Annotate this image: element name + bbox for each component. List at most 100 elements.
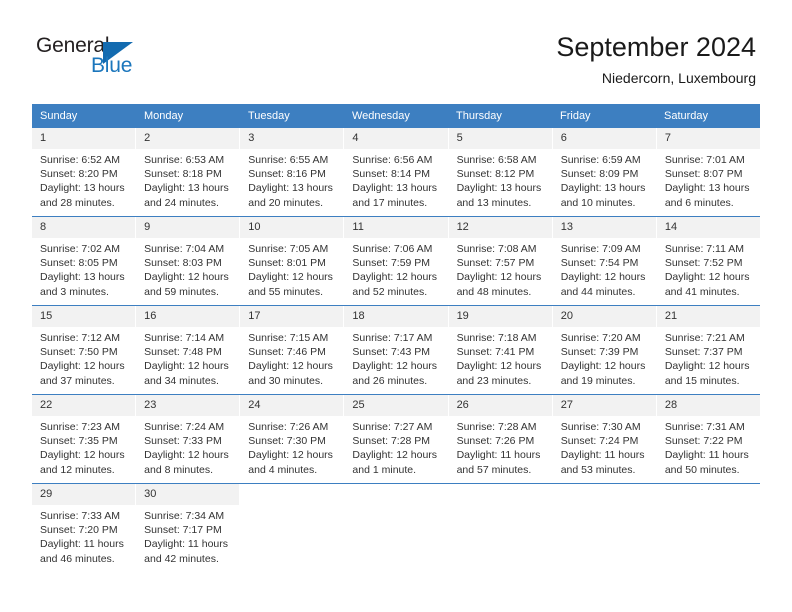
sunset-time: Sunset: 8:09 PM — [560, 168, 639, 181]
daylight-duration-line2: and 53 minutes. — [560, 463, 636, 476]
day-details — [657, 505, 760, 515]
sunrise-time: Sunrise: 7:05 AM — [248, 243, 329, 255]
day-cell[interactable]: 5 Sunrise: 6:58 AM Sunset: 8:12 PM Daylight… — [448, 128, 553, 216]
day-number: 1 — [32, 128, 136, 149]
day-details: Sunrise: 7:11 AM Sunset: 7:52 PM Daylight:… — [657, 238, 760, 305]
day-details: Sunrise: 7:02 AM Sunset: 8:05 PM Daylight:… — [32, 238, 135, 305]
day-cell[interactable]: 11 Sunrise: 7:06 AM Sunset: 7:59 PM Dayligh… — [344, 217, 449, 305]
day-cell[interactable]: 15 Sunrise: 7:12 AM Sunset: 7:50 PM Dayligh… — [32, 306, 137, 394]
day-details: Sunrise: 7:01 AM Sunset: 8:07 PM Daylight:… — [657, 149, 760, 216]
calendar-grid: Sunday Monday Tuesday Wednesday Thursday… — [32, 104, 760, 572]
day-cell[interactable]: 1 Sunrise: 6:52 AM Sunset: 8:20 PM Daylight… — [32, 128, 137, 216]
daylight-duration-line2: and 12 minutes. — [40, 463, 115, 476]
day-number — [344, 484, 447, 505]
daylight-duration-line1: Daylight: 12 hours — [456, 360, 542, 373]
day-cell[interactable]: 4 Sunrise: 6:56 AM Sunset: 8:14 PM Daylight… — [344, 128, 449, 216]
day-cell[interactable]: 28 Sunrise: 7:31 AM Sunset: 7:22 PM Dayligh… — [656, 395, 760, 483]
day-details: Sunrise: 7:18 AM Sunset: 7:41 PM Daylight:… — [449, 327, 552, 394]
day-cell[interactable]: 19 Sunrise: 7:18 AM Sunset: 7:41 PM Dayligh… — [448, 306, 553, 394]
general-blue-logo[interactable]: General Blue — [36, 34, 176, 86]
daylight-duration-line2: and 50 minutes. — [664, 463, 740, 476]
day-details: Sunrise: 6:55 AM Sunset: 8:16 PM Daylight:… — [240, 149, 343, 216]
calendar-page: General Blue September 2024 Niedercorn, … — [0, 0, 792, 612]
day-details: Sunrise: 7:17 AM Sunset: 7:43 PM Daylight:… — [344, 327, 447, 394]
sunrise-time: Sunrise: 7:33 AM — [40, 510, 120, 522]
day-cell[interactable]: 13 Sunrise: 7:09 AM Sunset: 7:54 PM Dayligh… — [552, 217, 657, 305]
day-cell[interactable]: 18 Sunrise: 7:17 AM Sunset: 7:43 PM Dayligh… — [344, 306, 449, 394]
daylight-duration-line2: and 13 minutes. — [456, 196, 532, 209]
day-number: 27 — [552, 395, 656, 416]
sunrise-time: Sunrise: 7:23 AM — [40, 421, 120, 433]
day-cell[interactable]: 26 Sunrise: 7:28 AM Sunset: 7:26 PM Dayligh… — [448, 395, 553, 483]
day-cell[interactable]: 10 Sunrise: 7:05 AM Sunset: 8:01 PM Dayligh… — [240, 217, 345, 305]
sunrise-time: Sunrise: 7:14 AM — [144, 332, 225, 344]
day-cell[interactable]: 8 Sunrise: 7:02 AM Sunset: 8:05 PM Daylight… — [32, 217, 137, 305]
day-details: Sunrise: 6:53 AM Sunset: 8:18 PM Daylight:… — [136, 149, 239, 216]
sunset-time: Sunset: 7:46 PM — [248, 346, 326, 359]
day-cell[interactable]: 21 Sunrise: 7:21 AM Sunset: 7:37 PM Dayligh… — [656, 306, 760, 394]
daylight-duration-line1: Daylight: 13 hours — [144, 182, 229, 195]
day-cell[interactable]: 27 Sunrise: 7:30 AM Sunset: 7:24 PM Dayligh… — [552, 395, 657, 483]
day-cell[interactable]: 22 Sunrise: 7:23 AM Sunset: 7:35 PM Dayligh… — [32, 395, 137, 483]
day-details: Sunrise: 7:20 AM Sunset: 7:39 PM Daylight:… — [553, 327, 656, 394]
day-number: 6 — [552, 128, 656, 149]
sunrise-time: Sunrise: 7:01 AM — [664, 154, 745, 166]
daylight-duration-line2: and 59 minutes. — [144, 285, 219, 298]
sunset-time: Sunset: 7:39 PM — [560, 346, 639, 359]
day-details: Sunrise: 7:15 AM Sunset: 7:46 PM Daylight:… — [240, 327, 343, 394]
day-cell[interactable]: 3 Sunrise: 6:55 AM Sunset: 8:16 PM Daylight… — [240, 128, 345, 216]
sunrise-time: Sunrise: 7:04 AM — [144, 243, 225, 255]
weekday-header-wednesday: Wednesday — [352, 110, 410, 122]
sunset-time: Sunset: 8:14 PM — [352, 168, 431, 181]
daylight-duration-line2: and 15 minutes. — [664, 374, 740, 387]
day-cell[interactable]: 2 Sunrise: 6:53 AM Sunset: 8:18 PM Daylight… — [136, 128, 241, 216]
day-number: 13 — [552, 217, 656, 238]
calendar-week-row: 22 Sunrise: 7:23 AM Sunset: 7:35 PM Dayligh… — [32, 394, 760, 483]
day-cell[interactable]: 25 Sunrise: 7:27 AM Sunset: 7:28 PM Dayligh… — [344, 395, 449, 483]
sunrise-time: Sunrise: 7:31 AM — [664, 421, 745, 433]
sunset-time: Sunset: 8:18 PM — [144, 168, 222, 181]
day-cell-empty — [240, 484, 345, 572]
calendar-week-row: 15 Sunrise: 7:12 AM Sunset: 7:50 PM Dayligh… — [32, 305, 760, 394]
daylight-duration-line1: Daylight: 12 hours — [664, 271, 750, 284]
day-cell[interactable]: 24 Sunrise: 7:26 AM Sunset: 7:30 PM Dayligh… — [240, 395, 345, 483]
day-cell[interactable]: 29 Sunrise: 7:33 AM Sunset: 7:20 PM Dayligh… — [32, 484, 137, 572]
daylight-duration-line1: Daylight: 12 hours — [352, 360, 438, 373]
calendar-week-row: 8 Sunrise: 7:02 AM Sunset: 8:05 PM Daylight… — [32, 216, 760, 305]
day-cell[interactable]: 7 Sunrise: 7:01 AM Sunset: 8:07 PM Daylight… — [656, 128, 760, 216]
day-number: 14 — [656, 217, 760, 238]
day-cell[interactable]: 9 Sunrise: 7:04 AM Sunset: 8:03 PM Daylight… — [136, 217, 241, 305]
day-cell[interactable]: 16 Sunrise: 7:14 AM Sunset: 7:48 PM Dayligh… — [136, 306, 241, 394]
daylight-duration-line2: and 26 minutes. — [352, 374, 428, 387]
day-details: Sunrise: 7:14 AM Sunset: 7:48 PM Daylight:… — [136, 327, 239, 394]
day-cell[interactable]: 6 Sunrise: 6:59 AM Sunset: 8:09 PM Daylight… — [552, 128, 657, 216]
day-details: Sunrise: 7:05 AM Sunset: 8:01 PM Daylight:… — [240, 238, 343, 305]
daylight-duration-line1: Daylight: 13 hours — [248, 182, 333, 195]
sunset-time: Sunset: 7:35 PM — [40, 435, 118, 448]
day-number: 2 — [136, 128, 240, 149]
day-details: Sunrise: 7:34 AM Sunset: 7:17 PM Daylight:… — [136, 505, 239, 572]
daylight-duration-line2: and 6 minutes. — [664, 196, 734, 209]
weekday-header-tuesday: Tuesday — [248, 110, 290, 122]
day-cell[interactable]: 12 Sunrise: 7:08 AM Sunset: 7:57 PM Dayligh… — [448, 217, 553, 305]
sunrise-time: Sunrise: 7:12 AM — [40, 332, 120, 344]
day-details: Sunrise: 7:31 AM Sunset: 7:22 PM Daylight:… — [657, 416, 760, 483]
day-cell-empty — [448, 484, 553, 572]
sunrise-time: Sunrise: 7:08 AM — [456, 243, 537, 255]
day-details: Sunrise: 7:06 AM Sunset: 7:59 PM Daylight:… — [344, 238, 447, 305]
sunset-time: Sunset: 8:16 PM — [248, 168, 326, 181]
day-cell[interactable]: 23 Sunrise: 7:24 AM Sunset: 7:33 PM Dayligh… — [136, 395, 241, 483]
daylight-duration-line2: and 24 minutes. — [144, 196, 219, 209]
daylight-duration-line2: and 30 minutes. — [248, 374, 323, 387]
day-details: Sunrise: 7:08 AM Sunset: 7:57 PM Daylight:… — [449, 238, 552, 305]
day-details — [344, 505, 447, 515]
sunset-time: Sunset: 7:41 PM — [456, 346, 535, 359]
day-cell[interactable]: 17 Sunrise: 7:15 AM Sunset: 7:46 PM Dayligh… — [240, 306, 345, 394]
day-number: 10 — [240, 217, 344, 238]
day-cell[interactable]: 20 Sunrise: 7:20 AM Sunset: 7:39 PM Dayligh… — [552, 306, 657, 394]
daylight-duration-line2: and 19 minutes. — [560, 374, 636, 387]
day-cell[interactable]: 30 Sunrise: 7:34 AM Sunset: 7:17 PM Dayligh… — [136, 484, 241, 572]
day-details: Sunrise: 7:28 AM Sunset: 7:26 PM Daylight:… — [449, 416, 552, 483]
weekday-header-sunday: Sunday — [40, 110, 78, 122]
day-cell[interactable]: 14 Sunrise: 7:11 AM Sunset: 7:52 PM Dayligh… — [656, 217, 760, 305]
